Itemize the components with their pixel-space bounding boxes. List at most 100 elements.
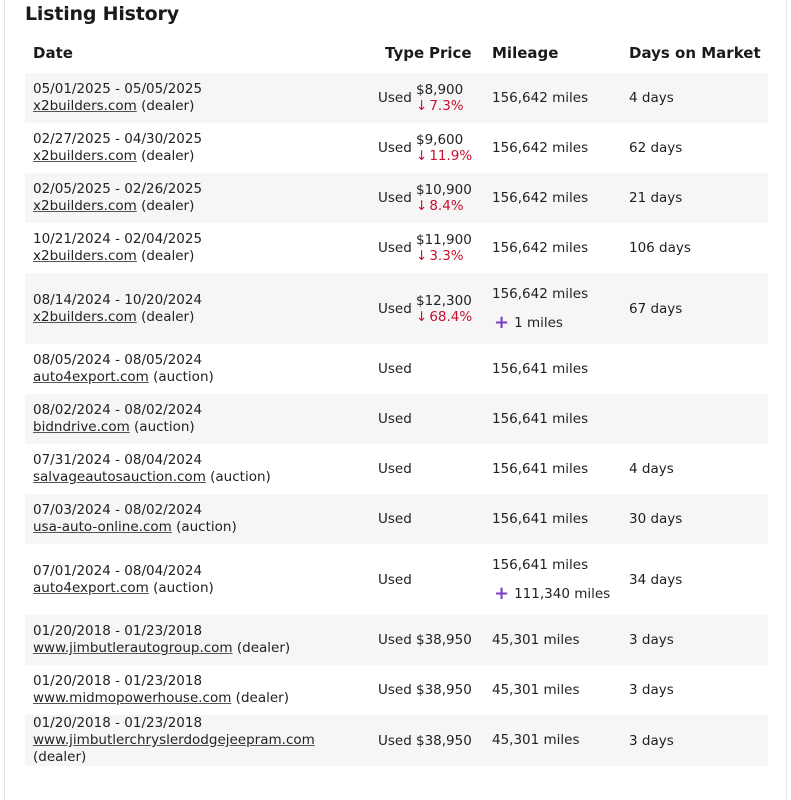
- price-change: ↓ 3.3%: [416, 248, 484, 264]
- price-change: ↓ 8.4%: [416, 198, 484, 214]
- price-change-percent: 68.4%: [429, 308, 473, 325]
- days-on-market-cell: 62 days: [629, 140, 683, 156]
- source-line: x2builders.com (dealer): [33, 98, 370, 115]
- days-on-market-cell: 67 days: [629, 300, 683, 317]
- mileage-added-value: 111,340 miles: [514, 585, 611, 602]
- price-cell: $9,600 ↓ 11.9%: [416, 123, 484, 173]
- date-cell: 07/01/2024 - 08/04/2024 auto4export.com (…: [25, 544, 370, 615]
- mileage-value: 156,641 miles: [492, 360, 589, 377]
- source-type: (auction): [148, 579, 214, 596]
- source-type: (dealer): [136, 308, 195, 325]
- source-line: x2builders.com (dealer): [33, 148, 370, 165]
- mileage-cell: 156,642 miles: [484, 123, 621, 173]
- date-cell: 02/27/2025 - 04/30/2025 x2builders.com (d…: [25, 123, 370, 173]
- mileage-value: 45,301 miles: [492, 732, 580, 748]
- date-cell: 05/01/2025 - 05/05/2025 x2builders.com (d…: [25, 73, 370, 123]
- source-line: www.jimbutlerautogroup.com (dealer): [33, 640, 370, 657]
- date-cell: 08/02/2024 - 08/02/2024 bidndrive.com (au…: [25, 394, 370, 444]
- price-value: $38,950: [416, 632, 472, 648]
- arrow-down-icon: ↓: [416, 308, 428, 325]
- table-row: 02/05/2025 - 02/26/2025 x2builders.com (d…: [25, 173, 768, 223]
- mileage-cell: 156,641 miles +111,340 miles: [484, 544, 621, 615]
- price-value: $10,900: [416, 182, 472, 198]
- price-cell: [416, 344, 484, 394]
- source-link[interactable]: x2builders.com: [33, 248, 137, 264]
- source-link[interactable]: x2builders.com: [33, 198, 137, 214]
- table-row: 01/20/2018 - 01/23/2018 www.jimbutlerchry…: [25, 715, 768, 766]
- type-cell: Used: [378, 190, 412, 206]
- source-link[interactable]: usa-auto-online.com: [33, 519, 172, 535]
- price-cell: $8,900 ↓ 7.3%: [416, 73, 484, 123]
- days-on-market-cell: 3 days: [629, 682, 674, 698]
- source-line: x2builders.com (dealer): [33, 198, 370, 215]
- source-link[interactable]: x2builders.com: [33, 148, 137, 164]
- mileage-cell: 156,642 miles: [484, 223, 621, 273]
- price-cell: $11,900 ↓ 3.3%: [416, 223, 484, 273]
- source-line: auto4export.com (auction): [33, 369, 370, 386]
- source-type: (dealer): [33, 749, 87, 765]
- source-link[interactable]: x2builders.com: [33, 309, 137, 325]
- date-range: 02/05/2025 - 02/26/2025: [33, 181, 203, 197]
- type-cell: Used: [378, 90, 412, 106]
- mileage-value: 45,301 miles: [492, 631, 580, 648]
- source-link[interactable]: auto4export.com: [33, 369, 149, 385]
- plus-icon: +: [494, 311, 510, 333]
- source-type: (auction): [171, 519, 237, 535]
- column-header-price: Price: [429, 44, 472, 62]
- arrow-down-icon: ↓: [416, 148, 428, 164]
- mileage-value: 156,641 miles: [492, 410, 589, 427]
- date-range: 02/27/2025 - 04/30/2025: [33, 131, 203, 147]
- mileage-value: 156,641 miles: [492, 460, 589, 477]
- source-line: x2builders.com (dealer): [33, 309, 370, 326]
- mileage-value: 156,642 miles: [492, 239, 589, 256]
- days-on-market-cell: 4 days: [629, 461, 674, 477]
- source-link[interactable]: salvageautosauction.com: [33, 469, 206, 485]
- days-on-market-cell: [621, 394, 768, 444]
- mileage-added: +111,340 miles: [492, 584, 621, 603]
- source-link[interactable]: x2builders.com: [33, 98, 137, 114]
- table-row: 01/20/2018 - 01/23/2018 www.midmopowerhou…: [25, 665, 768, 715]
- source-type: (dealer): [136, 98, 195, 114]
- date-cell: 02/05/2025 - 02/26/2025 x2builders.com (d…: [25, 173, 370, 223]
- table-row: 08/05/2024 - 08/05/2024 auto4export.com (…: [25, 344, 768, 394]
- mileage-cell: 45,301 miles: [484, 715, 621, 766]
- table-row: 08/02/2024 - 08/02/2024 bidndrive.com (au…: [25, 394, 768, 444]
- price-change: ↓ 68.4%: [416, 309, 484, 325]
- date-cell: 08/14/2024 - 10/20/2024 x2builders.com (d…: [25, 273, 370, 344]
- date-cell: 01/20/2018 - 01/23/2018 www.jimbutlerauto…: [25, 615, 370, 665]
- source-link[interactable]: www.midmopowerhouse.com: [33, 690, 231, 706]
- days-on-market-cell: 3 days: [629, 632, 674, 648]
- type-cell: Used: [378, 682, 412, 698]
- column-header-days-on-market: Days on Market: [629, 44, 761, 62]
- price-cell: $10,900 ↓ 8.4%: [416, 173, 484, 223]
- source-link[interactable]: bidndrive.com: [33, 419, 130, 435]
- table-row: 10/21/2024 - 02/04/2025 x2builders.com (d…: [25, 223, 768, 273]
- source-link[interactable]: www.jimbutlerautogroup.com: [33, 640, 233, 656]
- type-cell: Used: [378, 732, 412, 749]
- price-cell: $38,950: [416, 715, 484, 766]
- date-range: 10/21/2024 - 02/04/2025: [33, 231, 203, 247]
- table-body: 05/01/2025 - 05/05/2025 x2builders.com (d…: [25, 73, 768, 766]
- price-change-percent: 8.4%: [429, 198, 464, 214]
- price-cell: $38,950: [416, 665, 484, 715]
- mileage-cell: 156,641 miles: [484, 394, 621, 444]
- days-on-market-cell: 30 days: [629, 511, 683, 527]
- arrow-down-icon: ↓: [416, 98, 428, 114]
- price-value: $12,300: [416, 292, 472, 309]
- date-cell: 07/31/2024 - 08/04/2024 salvageautosaucti…: [25, 444, 370, 494]
- date-range: 07/31/2024 - 08/04/2024: [33, 452, 203, 468]
- type-cell: Used: [378, 571, 412, 588]
- price-cell: $12,300 ↓ 68.4%: [416, 273, 484, 344]
- price-value: $11,900: [416, 232, 472, 248]
- table-row: 02/27/2025 - 04/30/2025 x2builders.com (d…: [25, 123, 768, 173]
- price-change-percent: 11.9%: [429, 148, 473, 164]
- mileage-value: 156,642 miles: [492, 139, 589, 156]
- source-type: (dealer): [136, 248, 195, 264]
- source-link[interactable]: www.jimbutlerchryslerdodgejeepram.com: [33, 732, 315, 748]
- source-link[interactable]: auto4export.com: [33, 580, 149, 596]
- source-line: www.jimbutlerchryslerdodgejeepram.com (d…: [33, 732, 370, 766]
- mileage-value: 156,642 miles: [492, 89, 589, 106]
- price-cell: [416, 494, 484, 544]
- type-cell: Used: [378, 632, 412, 648]
- date-range: 01/20/2018 - 01/23/2018: [33, 715, 203, 731]
